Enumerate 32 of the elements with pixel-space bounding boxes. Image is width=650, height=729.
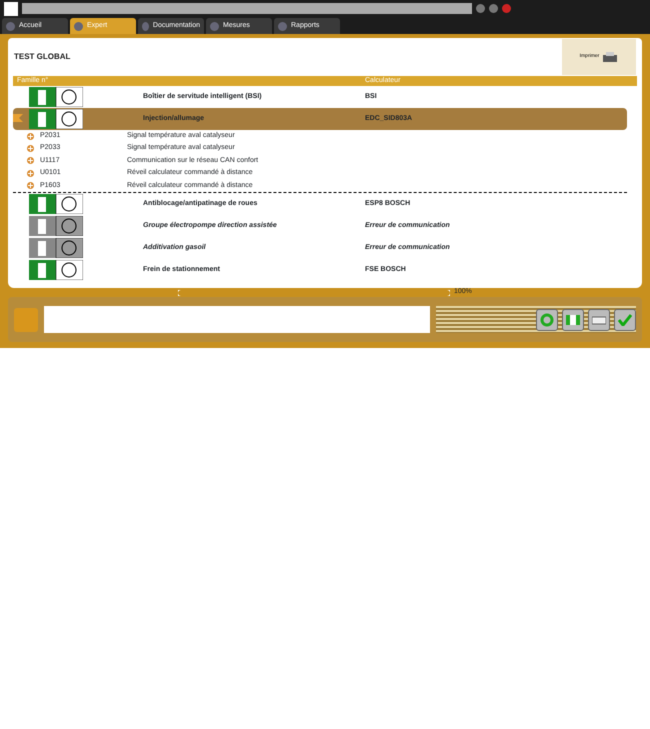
module-button[interactable]	[562, 308, 584, 330]
expand-icon	[27, 145, 34, 152]
printer-icon	[602, 51, 618, 63]
print-button[interactable]	[588, 308, 610, 330]
module-icon	[29, 109, 83, 129]
tab-icon	[6, 22, 15, 30]
flag-icon	[13, 114, 23, 122]
circle-icon[interactable]	[489, 4, 498, 13]
printer-icon	[592, 314, 606, 324]
power-icon[interactable]	[502, 4, 511, 13]
confirm-button[interactable]	[614, 308, 636, 330]
expand-icon	[27, 182, 34, 190]
recycle-icon	[540, 312, 554, 326]
expand-icon	[27, 157, 34, 164]
module-icon	[29, 216, 83, 236]
address-field[interactable]	[22, 3, 472, 14]
tab-icon	[142, 22, 149, 30]
check-icon	[618, 314, 632, 326]
circle-icon[interactable]	[476, 4, 485, 13]
tab-icon	[278, 22, 287, 30]
module-icon	[29, 238, 83, 258]
logo-icon	[4, 2, 18, 16]
panel-title: TEST GLOBAL	[14, 51, 70, 63]
module-icon	[29, 87, 83, 107]
refresh-button[interactable]	[536, 308, 558, 330]
tab-icon	[210, 22, 219, 30]
module-icon	[29, 260, 83, 280]
module-icon	[566, 314, 580, 324]
status-square	[14, 308, 38, 332]
expand-icon	[27, 132, 34, 140]
tab-icon	[74, 22, 83, 30]
expand-icon	[27, 170, 34, 177]
